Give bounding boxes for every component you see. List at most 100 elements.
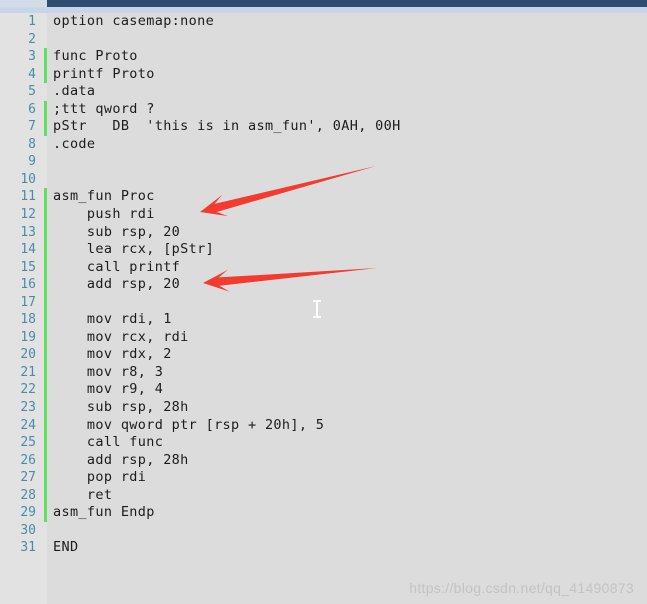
line-change-marker (44, 504, 47, 522)
line-number: 23 (20, 400, 36, 416)
line-change-marker (44, 311, 47, 329)
line-number: 14 (20, 242, 36, 258)
line-number: 28 (20, 487, 36, 503)
code-line[interactable]: 8 .code (0, 136, 647, 154)
line-change-marker (44, 451, 47, 470)
line-number: 7 (28, 119, 36, 135)
line-change-marker (44, 171, 47, 189)
code-line[interactable]: 25 call func (0, 434, 647, 452)
line-change-marker (44, 136, 47, 154)
code-line-text: asm_fun Endp (53, 504, 155, 521)
line-number: 1 (28, 14, 36, 29)
line-number: 11 (20, 189, 36, 205)
code-line[interactable]: 1 option casemap:none (0, 13, 647, 31)
line-change-marker (44, 206, 47, 224)
code-line[interactable]: 11 asm_fun Proc (0, 188, 647, 207)
code-line[interactable]: 4 printf Proto (0, 65, 647, 84)
code-line[interactable]: 16 add rsp, 20 (0, 276, 647, 294)
code-line-text: pop rdi (53, 469, 147, 486)
code-line[interactable]: 17 (0, 293, 647, 312)
line-change-marker (44, 276, 47, 294)
code-lines-container[interactable]: 1 option casemap:none 2 3 func Proto 4 printf … (0, 13, 647, 604)
code-line-text: mov qword ptr [rsp + 20h], 5 (53, 416, 325, 433)
code-line[interactable]: 12 push rdi (0, 206, 647, 224)
line-change-marker (44, 539, 47, 557)
code-line[interactable]: 3 func Proto (0, 48, 647, 66)
line-number: 2 (28, 31, 36, 47)
code-line[interactable]: 27 pop rdi (0, 469, 647, 487)
line-change-marker (44, 83, 47, 101)
code-line[interactable]: 20 mov rdx, 2 (0, 346, 647, 364)
code-line-text: sub rsp, 28h (53, 399, 189, 416)
line-number: 18 (20, 312, 36, 328)
line-number: 19 (20, 329, 36, 345)
line-number: 12 (20, 207, 36, 223)
code-line-text: mov rcx, rdi (53, 328, 189, 345)
code-line-text: mov r9, 4 (53, 381, 164, 398)
line-number: 10 (20, 171, 36, 187)
code-line[interactable]: 29 asm_fun Endp (0, 504, 647, 522)
code-line[interactable]: 24 mov qword ptr [rsp + 20h], 5 (0, 416, 647, 435)
code-line-text: call printf (53, 258, 181, 275)
line-change-marker (44, 241, 47, 259)
line-change-marker (44, 13, 47, 31)
line-number: 17 (20, 294, 36, 310)
line-number: 25 (20, 435, 36, 451)
line-number: 24 (20, 417, 36, 433)
editor-tab-stub[interactable] (0, 0, 47, 7)
code-line[interactable]: 10 (0, 171, 647, 189)
code-line-text: lea rcx, [pStr] (53, 241, 215, 258)
code-line-text: func Proto (53, 48, 138, 65)
code-line-text: asm_fun Proc (53, 188, 155, 205)
line-number: 15 (20, 259, 36, 275)
code-line-text: push rdi (53, 206, 155, 223)
line-number: 9 (28, 154, 36, 170)
line-change-marker (44, 399, 47, 417)
line-number: 8 (28, 136, 36, 152)
line-number: 31 (20, 540, 36, 556)
line-change-marker (44, 223, 47, 242)
line-number: 3 (28, 49, 36, 65)
code-line-text: pStr DB 'this is in asm_fun', 0AH, 00H (53, 118, 401, 135)
line-change-marker (44, 416, 47, 435)
line-number: 4 (28, 66, 36, 82)
code-line-text: END (53, 539, 79, 556)
code-line[interactable]: 5 .data (0, 83, 647, 101)
code-line[interactable]: 18 mov rdi, 1 (0, 311, 647, 329)
code-line[interactable]: 23 sub rsp, 28h (0, 399, 647, 417)
code-line[interactable]: 31 END (0, 539, 647, 557)
code-line[interactable]: 26 add rsp, 28h (0, 451, 647, 470)
editor-body[interactable]: 1 option casemap:none 2 3 func Proto 4 printf … (0, 13, 647, 604)
code-line[interactable]: 28 ret (0, 486, 647, 505)
line-change-marker (44, 346, 47, 364)
code-line[interactable]: 2 (0, 31, 647, 49)
code-line[interactable]: 21 mov r8, 3 (0, 363, 647, 382)
code-line[interactable]: 30 (0, 522, 647, 540)
code-line[interactable]: 19 mov rcx, rdi (0, 328, 647, 347)
line-number: 16 (20, 277, 36, 293)
code-line[interactable]: 6 ;ttt qword ? (0, 100, 647, 119)
code-line-text: ;ttt qword ? (53, 100, 155, 117)
line-change-marker (44, 293, 47, 312)
window-title-bar (0, 0, 647, 7)
line-number: 13 (20, 224, 36, 240)
code-line[interactable]: 7 pStr DB 'this is in asm_fun', 0AH, 00H (0, 118, 647, 136)
code-line[interactable]: 9 (0, 153, 647, 171)
line-change-marker (44, 188, 47, 207)
code-line-text: mov rdi, 1 (53, 311, 172, 328)
line-change-marker (44, 522, 47, 540)
line-number: 21 (20, 364, 36, 380)
line-change-marker (44, 100, 47, 119)
code-line-text: add rsp, 20 (53, 276, 181, 293)
line-change-marker (44, 486, 47, 505)
code-line[interactable]: 14 lea rcx, [pStr] (0, 241, 647, 259)
code-line[interactable]: 13 sub rsp, 20 (0, 223, 647, 242)
code-line-text: printf Proto (53, 65, 155, 82)
line-change-marker (44, 31, 47, 49)
code-line[interactable]: 15 call printf (0, 258, 647, 277)
code-line-text: .code (53, 135, 96, 152)
line-number: 30 (20, 522, 36, 538)
watermark-text: https://blog.csdn.net/qq_41490873 (409, 580, 634, 596)
code-line[interactable]: 22 mov r9, 4 (0, 381, 647, 400)
line-number: 20 (20, 347, 36, 363)
